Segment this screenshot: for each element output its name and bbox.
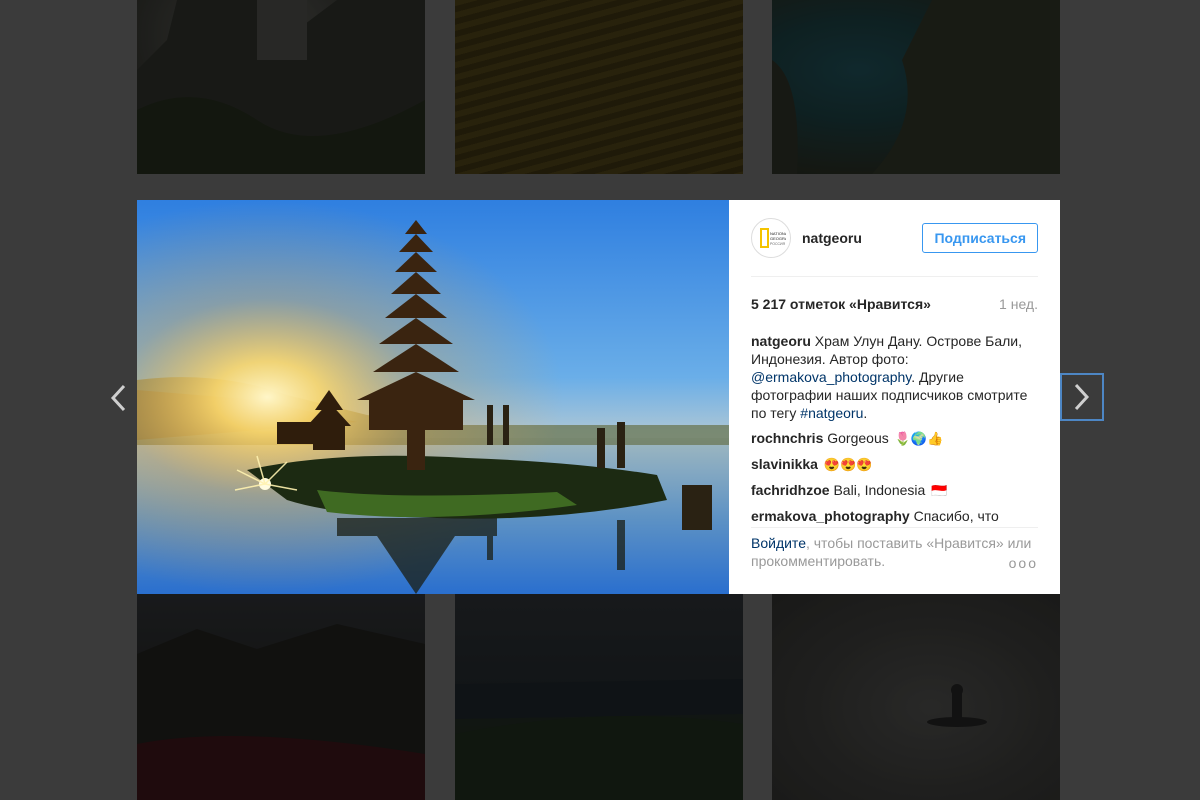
more-options-button[interactable]: ooo — [1009, 554, 1038, 572]
avatar[interactable]: NATIONAL GEOGRAPHIC РОССИЯ — [751, 218, 791, 258]
post-photo[interactable] — [137, 200, 729, 594]
post-time[interactable]: 1 нед. — [999, 296, 1038, 312]
grid-photo-castle[interactable] — [137, 0, 425, 174]
chevron-right-icon — [1074, 383, 1090, 411]
svg-text:РОССИЯ: РОССИЯ — [770, 242, 786, 246]
comment-user[interactable]: rochnchris — [751, 430, 823, 446]
comment-text: Спасибо, что — [913, 508, 999, 524]
chevron-left-icon — [110, 384, 126, 412]
caption: natgeoru Храм Улун Дану. Острове Бали, И… — [751, 332, 1038, 422]
grid-photo-stormy-lake[interactable] — [455, 594, 743, 800]
natgeo-logo-icon: NATIONAL GEOGRAPHIC РОССИЯ — [760, 228, 786, 248]
comment-emoji: 🇮🇩 — [931, 483, 948, 498]
list-item: ermakova_photography Спасибо, что — [751, 507, 1038, 524]
grid-photo-coast[interactable] — [772, 0, 1060, 174]
grid-photo-rice-terraces[interactable] — [455, 0, 743, 174]
list-item: slavinikka 😍😍😍 — [751, 455, 1038, 474]
post-sidebar: NATIONAL GEOGRAPHIC РОССИЯ natgeoru Подп… — [729, 200, 1060, 594]
list-item: rochnchris Gorgeous 🌷🌍👍 — [751, 429, 1038, 448]
comment-user[interactable]: ermakova_photography — [751, 508, 910, 524]
grid-photo-foggy-boat[interactable] — [772, 594, 1060, 800]
comment-user[interactable]: slavinikka — [751, 456, 818, 472]
caption-text-3: . — [863, 405, 868, 421]
likes-row: 5 217 отметок «Нравится» 1 нед. — [751, 296, 1038, 312]
comment-user[interactable]: fachridhzoe — [751, 482, 830, 498]
username[interactable]: natgeoru — [802, 230, 862, 246]
follow-button[interactable]: Подписаться — [922, 223, 1038, 253]
caption-user[interactable]: natgeoru — [751, 333, 811, 349]
temple-lake-photo — [137, 200, 729, 594]
comment-text: Gorgeous — [827, 430, 889, 446]
post-modal: NATIONAL GEOGRAPHIC РОССИЯ natgeoru Подп… — [137, 200, 1060, 594]
comment-text: Bali, Indonesia — [833, 482, 926, 498]
svg-text:GEOGRAPHIC: GEOGRAPHIC — [770, 236, 786, 241]
login-prompt: Войдите, чтобы поставить «Нравится» или … — [751, 527, 1038, 594]
comment-emoji: 😍😍😍 — [823, 457, 873, 472]
list-item: fachridhzoe Bali, Indonesia 🇮🇩 — [751, 481, 1038, 500]
prev-post-button[interactable] — [96, 374, 140, 422]
login-link[interactable]: Войдите — [751, 535, 806, 551]
next-post-button[interactable] — [1060, 373, 1104, 421]
post-header: NATIONAL GEOGRAPHIC РОССИЯ natgeoru Подп… — [751, 200, 1038, 277]
likes-count[interactable]: 5 217 отметок «Нравится» — [751, 296, 931, 312]
comment-list: natgeoru Храм Улун Дану. Острове Бали, И… — [751, 332, 1038, 524]
caption-hashtag[interactable]: #natgeoru — [800, 405, 863, 421]
comment-emoji: 🌷🌍👍 — [894, 431, 944, 446]
grid-photo-mountain-meadow[interactable] — [137, 594, 425, 800]
caption-mention[interactable]: @ermakova_photography — [751, 369, 911, 385]
